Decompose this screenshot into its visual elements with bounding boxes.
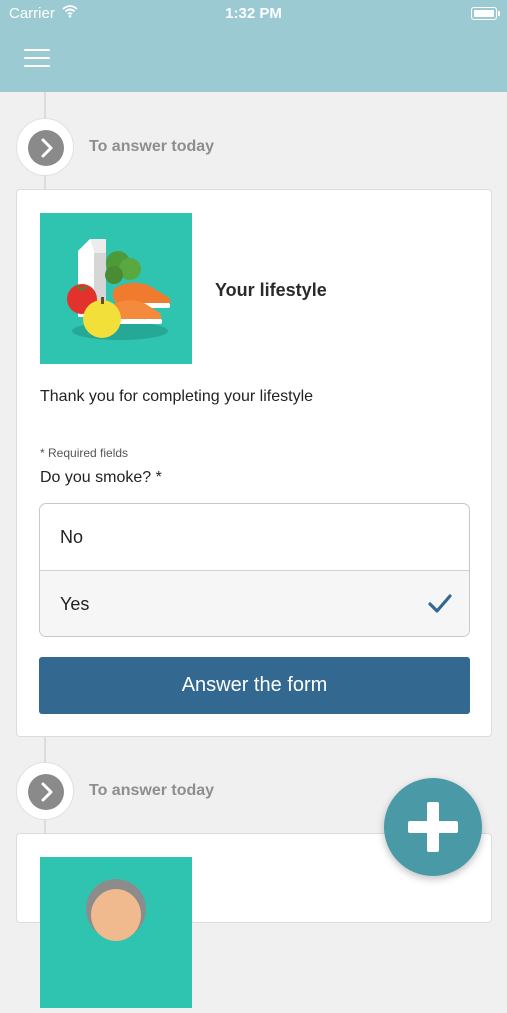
form-card: Your lifestyle Thank you for completing …: [16, 189, 492, 737]
checkmark-icon: [428, 594, 452, 613]
card-title: Your lifestyle: [215, 280, 327, 300]
lifestyle-illustration: [40, 213, 192, 364]
answer-options: No Yes: [39, 503, 470, 637]
intro-text: Thank you for completing your lifestyle: [40, 388, 314, 405]
option-yes[interactable]: Yes: [40, 570, 469, 636]
required-fields-note: * Required fields: [40, 446, 129, 460]
app-header: Carrier 1:32 PM: [0, 0, 507, 92]
hamburger-menu-icon[interactable]: [24, 49, 50, 69]
timeline-marker: [16, 762, 74, 820]
add-button[interactable]: [384, 778, 482, 876]
status-bar: Carrier 1:32 PM: [0, 0, 507, 28]
clock: 1:32 PM: [225, 5, 282, 22]
chevron-right-icon: [41, 138, 53, 158]
option-label: Yes: [60, 594, 90, 614]
question-label: Do you smoke? *: [40, 469, 162, 486]
answer-form-button[interactable]: Answer the form: [39, 657, 470, 714]
person-avatar-illustration: [40, 857, 192, 1008]
option-label: No: [60, 527, 84, 547]
option-no[interactable]: No: [40, 504, 469, 570]
timeline-marker: [16, 118, 74, 176]
timeline-label: To answer today: [89, 138, 215, 155]
battery-icon: [471, 7, 500, 20]
chevron-right-icon: [41, 782, 53, 802]
timeline-label: To answer today: [89, 782, 215, 799]
